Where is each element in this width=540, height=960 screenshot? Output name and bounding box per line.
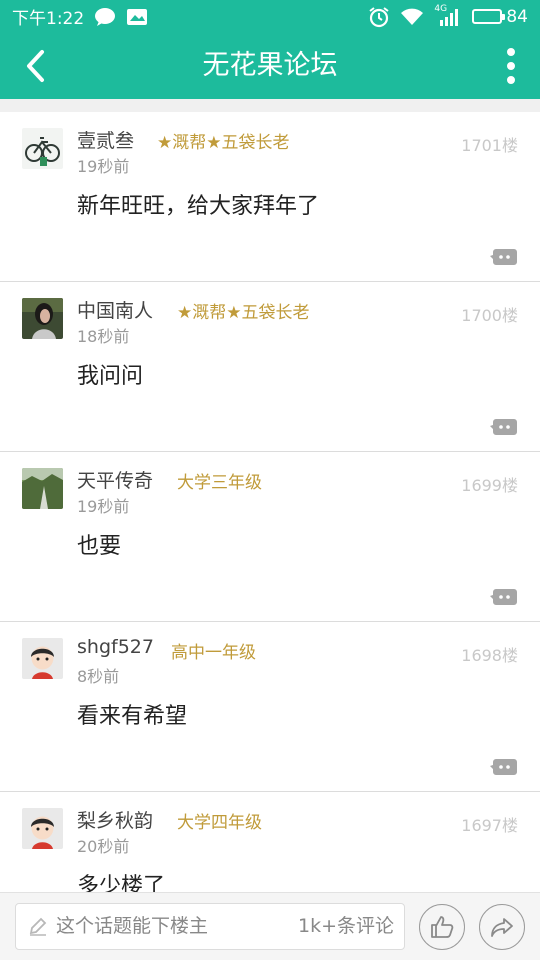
post-rank-badge: 大学三年级 — [177, 473, 262, 493]
reply-button[interactable] — [490, 757, 518, 779]
post-item[interactable]: shgf527 高中一年级 8秒前 1698楼 看来有希望 — [0, 622, 540, 792]
wifi-icon — [400, 8, 424, 26]
header-divider — [0, 99, 540, 112]
pencil-icon — [29, 917, 47, 936]
back-button[interactable] — [18, 49, 52, 83]
avatar[interactable] — [22, 468, 63, 509]
post-item[interactable]: 梨乡秋韵 大学四年级 20秒前 1697楼 多少楼了 — [0, 792, 540, 892]
post-floor-number: 1698楼 — [461, 646, 518, 665]
landscape-photo-avatar — [22, 468, 63, 509]
share-button[interactable] — [479, 904, 525, 950]
comment-bubble-icon — [490, 419, 517, 435]
thumbs-up-icon — [431, 916, 454, 938]
post-username[interactable]: 天平传奇 — [77, 466, 153, 493]
comment-input[interactable]: 这个话题能下楼主 1k+条评论 — [15, 903, 405, 950]
image-notification-icon — [126, 8, 148, 26]
avatar[interactable] — [22, 128, 63, 169]
post-content: 看来有希望 — [77, 704, 188, 729]
alarm-clock-icon — [368, 6, 390, 28]
post-floor-number: 1699楼 — [461, 476, 518, 495]
reply-button[interactable] — [490, 247, 518, 269]
post-content: 也要 — [77, 534, 122, 559]
status-bar-left: 下午1:22 — [12, 4, 148, 29]
more-vertical-icon — [507, 48, 515, 56]
post-content: 我问问 — [77, 364, 144, 389]
reply-button[interactable] — [490, 417, 518, 439]
avatar[interactable] — [22, 298, 63, 339]
battery-indicator: 84 — [472, 7, 528, 27]
battery-level: 84 — [506, 6, 528, 27]
comment-count[interactable]: 1k+条评论 — [298, 904, 394, 949]
title-bar: 无花果论坛 — [0, 33, 540, 99]
more-dot — [507, 62, 515, 70]
post-item[interactable]: 天平传奇 大学三年级 19秒前 1699楼 也要 — [0, 452, 540, 622]
avatar[interactable] — [22, 808, 63, 849]
post-time: 18秒前 — [77, 327, 130, 346]
default-boy-avatar-icon — [22, 808, 63, 849]
post-list: 壹贰叁 ★溉帮★五袋长老 19秒前 1701楼 新年旺旺，给大家拜年了 中国南人… — [0, 112, 540, 892]
signal-icon: 4G — [434, 4, 462, 26]
comment-bubble-icon — [490, 249, 517, 265]
post-time: 19秒前 — [77, 497, 130, 516]
battery-icon — [472, 9, 506, 24]
comment-bubble-icon — [490, 759, 517, 775]
post-time: 19秒前 — [77, 157, 130, 176]
like-button[interactable] — [419, 904, 465, 950]
avatar[interactable] — [22, 638, 63, 679]
post-content: 多少楼了 — [77, 874, 166, 892]
post-item[interactable]: 壹贰叁 ★溉帮★五袋长老 19秒前 1701楼 新年旺旺，给大家拜年了 — [0, 112, 540, 282]
woman-photo-avatar — [22, 298, 63, 339]
chat-bubble-icon — [94, 7, 116, 27]
bicycle-photo-avatar — [22, 128, 63, 169]
post-rank-badge: 高中一年级 — [171, 643, 256, 663]
more-options-button[interactable] — [498, 45, 524, 87]
status-time: 下午1:22 — [12, 9, 85, 29]
post-username[interactable]: 中国南人 — [77, 296, 153, 323]
bottom-action-bar: 这个话题能下楼主 1k+条评论 — [0, 892, 540, 960]
share-arrow-icon — [491, 918, 513, 937]
post-rank-badge: 大学四年级 — [177, 813, 262, 833]
page-title: 无花果论坛 — [202, 50, 338, 81]
status-bar-right: 4G 84 — [368, 4, 528, 28]
post-time: 8秒前 — [77, 667, 120, 686]
chevron-left-icon — [27, 50, 44, 82]
comment-placeholder: 这个话题能下楼主 — [56, 915, 209, 937]
post-floor-number: 1701楼 — [461, 136, 518, 155]
more-dot — [507, 76, 515, 84]
post-username[interactable]: 梨乡秋韵 — [77, 806, 153, 833]
post-time: 20秒前 — [77, 837, 130, 856]
post-floor-number: 1697楼 — [461, 816, 518, 835]
comment-bubble-icon — [490, 589, 517, 605]
status-bar: 下午1:22 4G 84 — [0, 0, 540, 33]
post-username[interactable]: 壹贰叁 — [77, 126, 134, 153]
post-rank-badge: ★溉帮★五袋长老 — [177, 303, 310, 323]
post-floor-number: 1700楼 — [461, 306, 518, 325]
post-content: 新年旺旺，给大家拜年了 — [77, 194, 320, 219]
reply-button[interactable] — [490, 587, 518, 609]
network-type-label: 4G — [434, 3, 448, 14]
post-rank-badge: ★溉帮★五袋长老 — [157, 133, 290, 153]
post-username[interactable]: shgf527 — [77, 636, 154, 658]
default-boy-avatar-icon — [22, 638, 63, 679]
post-item[interactable]: 中国南人 ★溉帮★五袋长老 18秒前 1700楼 我问问 — [0, 282, 540, 452]
